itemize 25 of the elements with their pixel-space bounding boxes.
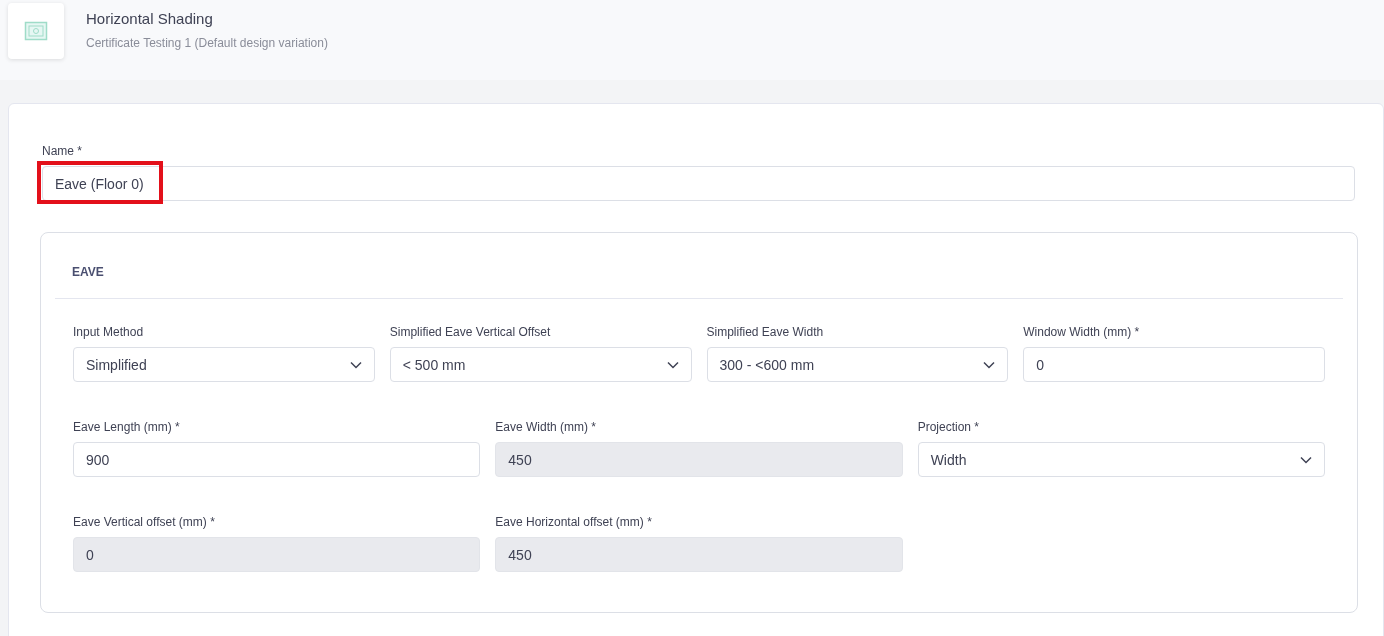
dropdown[interactable]: Simplified: [73, 347, 375, 382]
window-icon: [24, 21, 48, 41]
field-label: Eave Length (mm) *: [73, 420, 181, 434]
field-label: Input Method: [73, 325, 145, 339]
field-label: Name *: [42, 144, 83, 158]
field-label: Window Width (mm) *: [1023, 325, 1141, 339]
input-field[interactable]: 900: [73, 442, 481, 477]
name-input-field[interactable]: Eave (Floor 0): [42, 166, 1355, 201]
page-subtitle: Certificate Testing 1 (Default design variation): [86, 36, 328, 50]
dropdown[interactable]: Width: [917, 442, 1325, 477]
field-label: Eave Vertical offset (mm) *: [73, 515, 216, 529]
field-label: Eave Horizontal offset (mm) *: [495, 515, 653, 529]
chevron-down-icon: [349, 360, 362, 369]
chevron-down-icon: [1300, 455, 1312, 464]
field-label: Simplified Eave Vertical Offset: [389, 325, 552, 339]
field-label: Eave Width (mm) *: [495, 420, 597, 434]
input-field[interactable]: 0: [1023, 347, 1325, 382]
dropdown[interactable]: 300 - <600 mm: [706, 347, 1009, 382]
chevron-down-icon: [666, 360, 679, 369]
field-label: Projection *: [917, 420, 981, 434]
dropdown[interactable]: < 500 mm: [389, 347, 692, 382]
section-title: EAVE: [55, 233, 1343, 299]
chevron-down-icon: [983, 360, 996, 369]
field-label: Simplified Eave Width: [706, 325, 825, 339]
page-title: Horizontal Shading: [86, 10, 214, 27]
